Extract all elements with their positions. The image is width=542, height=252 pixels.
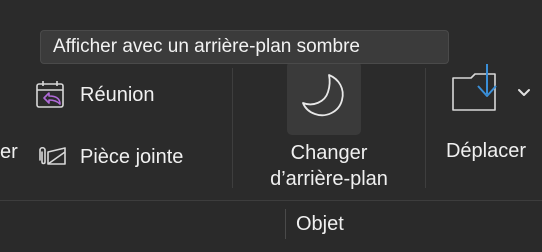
tooltip: Afficher avec un arrière-plan sombre — [40, 30, 449, 64]
change-background-label-line2: d’arrière-plan — [270, 168, 388, 190]
change-background-button[interactable] — [287, 61, 361, 135]
partial-ribbon-label[interactable]: er — [0, 140, 18, 164]
ribbon-separator — [425, 68, 426, 188]
change-background-label[interactable]: Changer d’arrière-plan — [234, 140, 424, 192]
ribbon-separator — [232, 68, 233, 188]
piece-jointe-label: Pièce jointe — [80, 146, 184, 168]
reunion-button[interactable]: Réunion — [34, 80, 155, 110]
group-label-objet: Objet — [296, 213, 344, 235]
reunion-label: Réunion — [80, 84, 155, 106]
group-label-bar — [0, 200, 542, 252]
move-to-folder-icon[interactable] — [451, 64, 507, 118]
group-separator — [285, 209, 286, 239]
move-label[interactable]: Déplacer — [434, 138, 538, 164]
change-background-label-line1: Changer — [290, 142, 368, 164]
chevron-down-icon[interactable] — [516, 86, 532, 100]
paperclip-attach-icon — [34, 142, 68, 172]
piece-jointe-button[interactable]: Pièce jointe — [34, 142, 183, 172]
calendar-reply-icon — [34, 80, 68, 110]
moon-icon — [297, 69, 351, 128]
